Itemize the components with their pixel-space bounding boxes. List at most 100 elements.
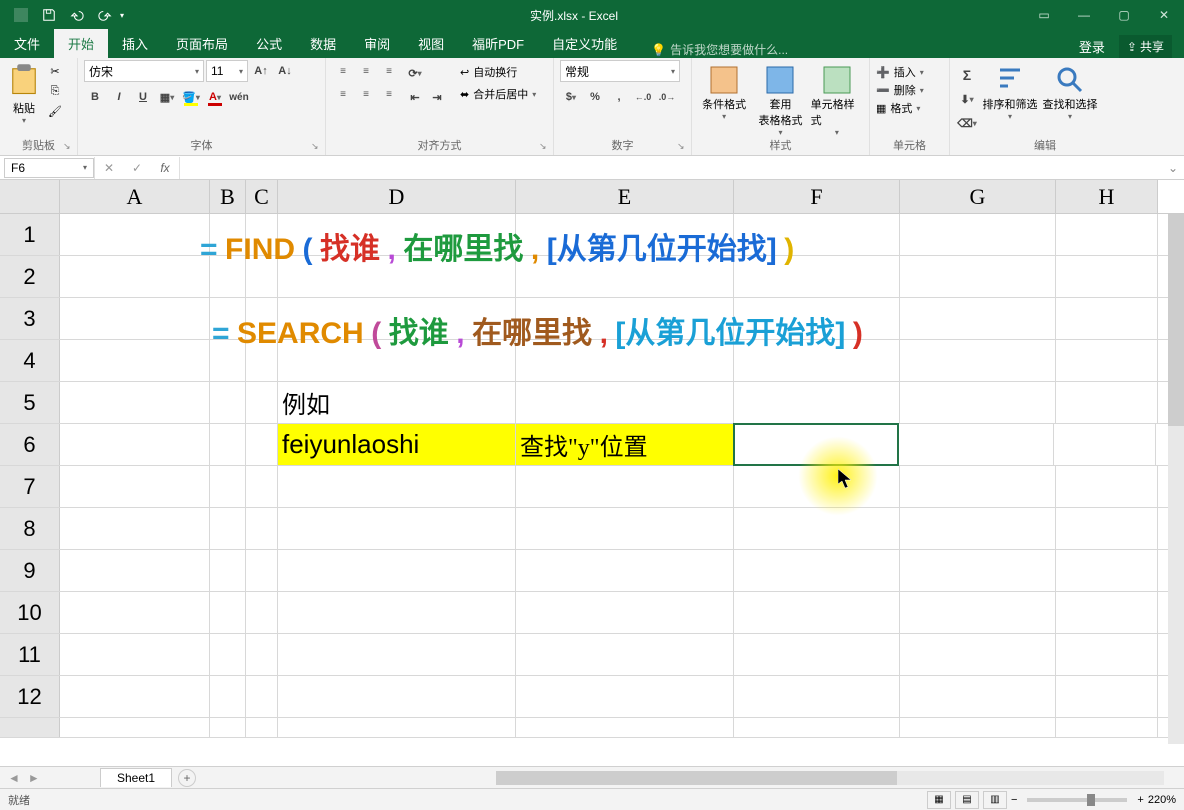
zoom-slider[interactable]	[1027, 798, 1127, 802]
tab-insert[interactable]: 插入	[108, 29, 162, 58]
cell[interactable]	[1056, 214, 1158, 255]
row-header-5[interactable]: 5	[0, 382, 60, 423]
cell[interactable]	[1056, 466, 1158, 507]
cell[interactable]	[60, 592, 210, 633]
select-all-corner[interactable]	[0, 180, 60, 213]
cell[interactable]	[1056, 550, 1158, 591]
cell[interactable]	[278, 466, 516, 507]
align-top-button[interactable]: ≡	[332, 60, 354, 82]
cell[interactable]	[734, 508, 900, 549]
cell[interactable]	[210, 382, 246, 423]
zoom-out-button[interactable]: −	[1011, 794, 1017, 806]
cell[interactable]	[1056, 508, 1158, 549]
cell[interactable]	[60, 424, 210, 465]
row-header-2[interactable]: 2	[0, 256, 60, 297]
font-color-button[interactable]: A▾	[204, 86, 226, 108]
decrease-decimal-button[interactable]: .0→	[656, 86, 678, 108]
close-button[interactable]: ✕	[1144, 0, 1184, 30]
cell[interactable]	[246, 466, 278, 507]
underline-button[interactable]: U	[132, 86, 154, 108]
cut-button[interactable]: ✂	[46, 62, 64, 80]
page-layout-view-button[interactable]: ▤	[955, 791, 979, 809]
cell[interactable]	[246, 382, 278, 423]
login-link[interactable]: 登录	[1079, 37, 1105, 56]
col-header-E[interactable]: E	[516, 180, 734, 213]
row-header-7[interactable]: 7	[0, 466, 60, 507]
cell[interactable]	[516, 508, 734, 549]
cell[interactable]	[734, 382, 900, 423]
sheet-nav-next-icon[interactable]: ►	[28, 771, 40, 785]
font-launcher-icon[interactable]: ↘	[311, 141, 321, 151]
tab-data[interactable]: 数据	[296, 29, 350, 58]
border-button[interactable]: ▦▾	[156, 86, 178, 108]
normal-view-button[interactable]: ▦	[927, 791, 951, 809]
cell[interactable]	[60, 718, 210, 737]
cell[interactable]	[516, 382, 734, 423]
paste-icon[interactable]	[6, 62, 42, 98]
format-painter-button[interactable]: 🖌	[46, 102, 64, 120]
sheet-tab-active[interactable]: Sheet1	[100, 768, 172, 787]
worksheet-grid[interactable]: A B C D E F G H 1 2 3 4 5例如 6feiyunlaosh…	[0, 180, 1184, 766]
increase-font-button[interactable]: A↑	[250, 60, 272, 82]
row-header-13[interactable]	[0, 718, 60, 737]
row-header-12[interactable]: 12	[0, 676, 60, 717]
cell[interactable]	[60, 340, 210, 381]
cell[interactable]	[516, 718, 734, 737]
cell[interactable]	[1056, 256, 1158, 297]
format-cells-button[interactable]: ▦格式▾	[876, 100, 943, 116]
cell[interactable]	[1056, 382, 1158, 423]
cell-F6-selected[interactable]	[733, 423, 899, 466]
cell[interactable]	[210, 550, 246, 591]
cell[interactable]	[900, 634, 1056, 675]
cell[interactable]	[516, 550, 734, 591]
fill-button[interactable]: ⬇▾	[956, 88, 978, 110]
tell-me-search[interactable]: 💡 告诉我您想要做什么...	[631, 41, 788, 58]
cell[interactable]	[734, 676, 900, 717]
cell[interactable]	[516, 592, 734, 633]
cell[interactable]	[278, 550, 516, 591]
cell[interactable]	[60, 676, 210, 717]
cell[interactable]	[60, 298, 210, 339]
number-launcher-icon[interactable]: ↘	[677, 141, 687, 151]
zoom-thumb[interactable]	[1087, 794, 1095, 806]
insert-cells-button[interactable]: ➕插入▾	[876, 64, 943, 80]
cell[interactable]	[898, 424, 1054, 465]
align-launcher-icon[interactable]: ↘	[539, 141, 549, 151]
cell[interactable]	[900, 298, 1056, 339]
minimize-button[interactable]: —	[1064, 0, 1104, 30]
percent-format-button[interactable]: %	[584, 86, 606, 108]
cell[interactable]	[246, 550, 278, 591]
merge-center-button[interactable]: ⬌合并后居中▾	[460, 86, 536, 102]
cell[interactable]	[278, 676, 516, 717]
orientation-button[interactable]: ⟳▾	[404, 62, 426, 84]
cell[interactable]	[278, 634, 516, 675]
cell[interactable]	[1056, 340, 1158, 381]
copy-button[interactable]: ⎘	[46, 82, 64, 100]
decrease-font-button[interactable]: A↓	[274, 60, 296, 82]
col-header-G[interactable]: G	[900, 180, 1056, 213]
cell[interactable]	[60, 508, 210, 549]
align-center-button[interactable]: ≡	[355, 83, 377, 105]
cell[interactable]	[516, 466, 734, 507]
tab-layout[interactable]: 页面布局	[162, 29, 242, 58]
align-middle-button[interactable]: ≡	[355, 60, 377, 82]
cell[interactable]	[246, 676, 278, 717]
cell-D5[interactable]: 例如	[278, 382, 516, 423]
tab-view[interactable]: 视图	[404, 29, 458, 58]
maximize-button[interactable]: ▢	[1104, 0, 1144, 30]
tab-custom[interactable]: 自定义功能	[538, 29, 631, 58]
undo-button[interactable]	[64, 3, 90, 27]
font-size-select[interactable]: 11▾	[206, 60, 248, 82]
row-header-3[interactable]: 3	[0, 298, 60, 339]
cell[interactable]	[1056, 634, 1158, 675]
col-header-C[interactable]: C	[246, 180, 278, 213]
increase-indent-button[interactable]: ⇥	[426, 86, 448, 108]
formula-input[interactable]	[180, 158, 1162, 178]
cell[interactable]	[900, 214, 1056, 255]
cell[interactable]	[210, 424, 246, 465]
cell[interactable]	[900, 676, 1056, 717]
cell[interactable]	[516, 676, 734, 717]
row-header-8[interactable]: 8	[0, 508, 60, 549]
italic-button[interactable]: I	[108, 86, 130, 108]
name-box[interactable]: F6▾	[4, 158, 94, 178]
